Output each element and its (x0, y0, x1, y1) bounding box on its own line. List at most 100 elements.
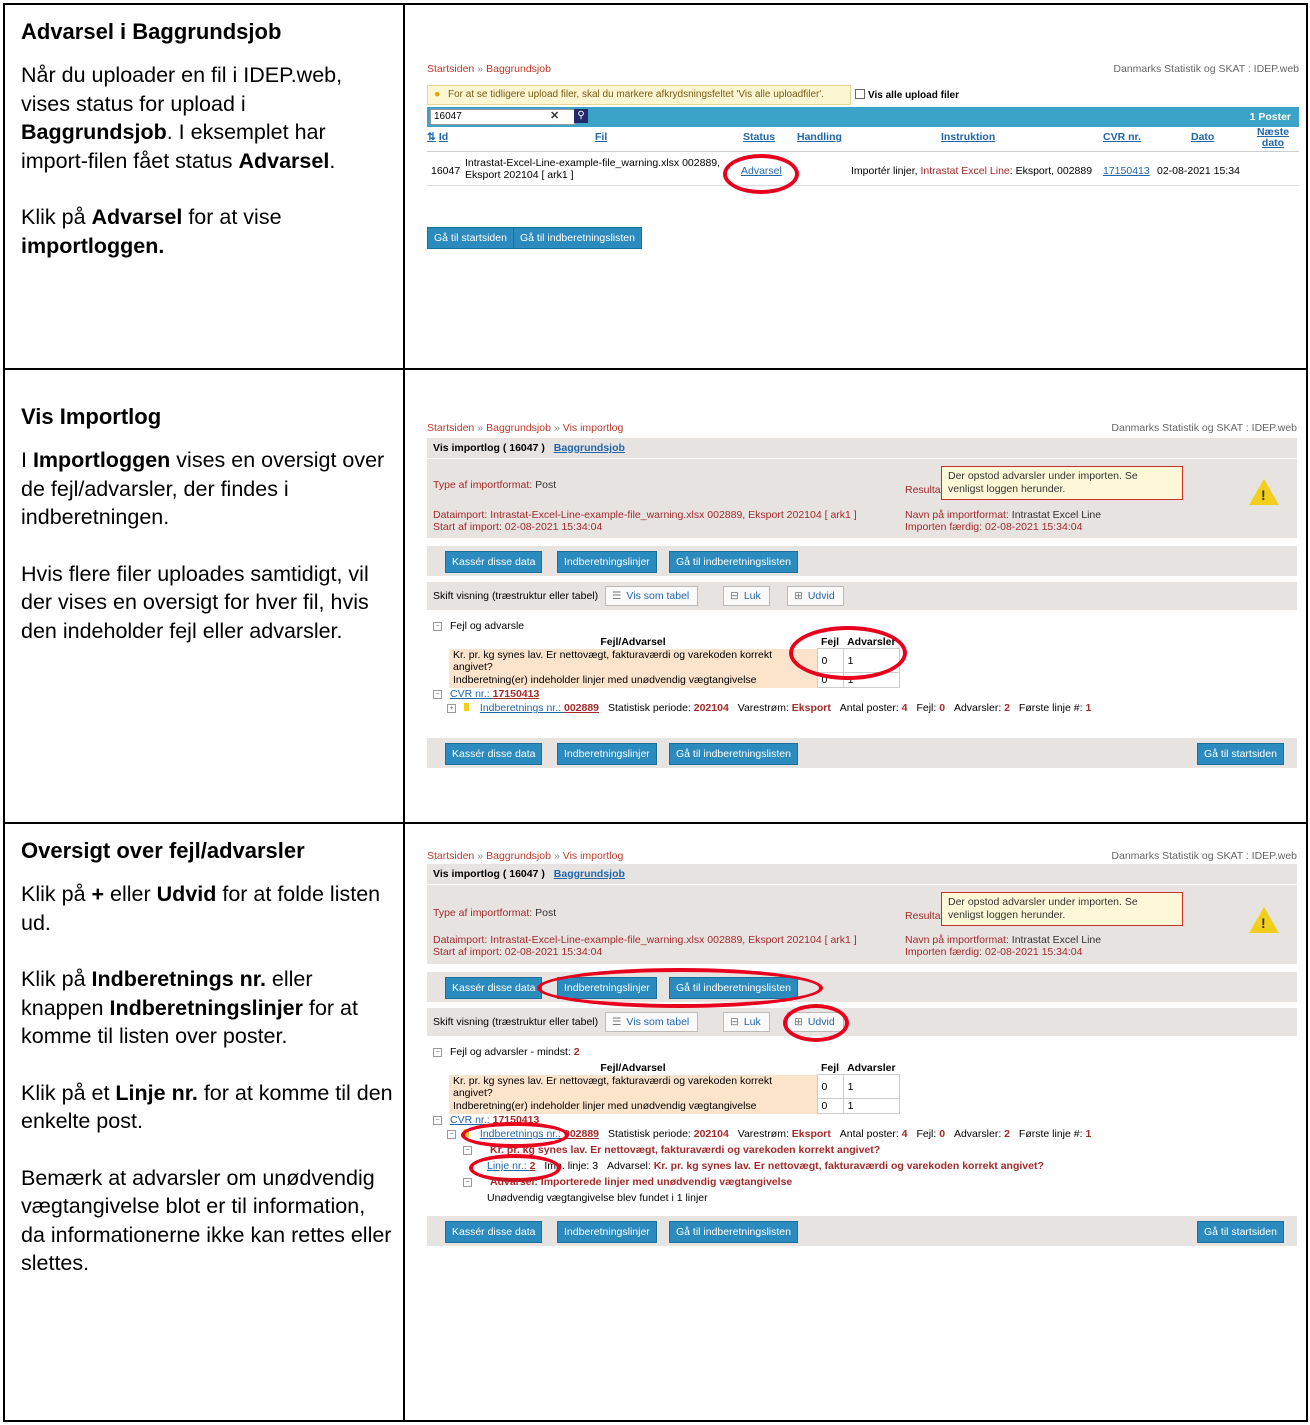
section-baggrundsjob: Advarsel i Baggrundsjob Når du uploader … (5, 5, 1306, 370)
collapse-icon: − (433, 1115, 442, 1125)
go-list-button[interactable]: Gå til indberetningslisten (669, 551, 798, 573)
show-all-checkbox[interactable]: Vis alle upload filer (855, 89, 959, 101)
baggrundsjob-link[interactable]: Baggrundsjob (554, 868, 625, 880)
udvid-button[interactable]: ⊞ Udvid (787, 1012, 844, 1032)
result-count: 1 Poster (1249, 111, 1291, 123)
expand-icon: ⊞ (794, 590, 803, 602)
linje-nr-link[interactable]: Linje nr.: (487, 1160, 530, 1172)
go-start-button[interactable]: Gå til startsiden (1197, 743, 1284, 765)
cvr-tree-node[interactable]: − CVR nr.: 17150413 (433, 688, 539, 700)
go-list-button[interactable]: Gå til indberetningslisten (513, 227, 642, 249)
paragraph: Hvis flere filer uploades samtidigt, vil… (21, 561, 369, 643)
col-handling[interactable]: Handling (797, 131, 842, 143)
discard-button[interactable]: Kassér disse data (445, 743, 543, 765)
status-advarsel-link[interactable]: Advarsel (741, 165, 782, 177)
collapse-icon: − (433, 1047, 442, 1057)
baggrundsjob-link[interactable]: Baggrundsjob (554, 442, 625, 454)
section-text: Advarsel i Baggrundsjob Når du uploader … (5, 5, 405, 368)
search-bar: 16047 ✕ ⚲ 1 Poster (427, 107, 1299, 127)
col-naeste-dato[interactable]: Næste dato (1253, 127, 1293, 149)
indberetning-tree-node[interactable]: − Indberetnings nr.: 002889 Statistisk p… (447, 1128, 1091, 1140)
paragraph: Bemærk at advarsler om unødvendig vægtan… (21, 1165, 392, 1276)
cell-dato: 02-08-2021 15:34 (1157, 165, 1240, 177)
expand-icon: ⊞ (794, 1016, 803, 1028)
importlog-header-panel: Vis importlog ( 16047 ) Baggrundsjob Typ… (427, 438, 1297, 538)
luk-button[interactable]: ⊟ Luk (723, 586, 770, 606)
paragraph: Når du uploader en fil i IDEP.web, vises… (21, 63, 343, 173)
indberetningslinjer-button[interactable]: Indberetningslinjer (557, 551, 657, 573)
col-cvr[interactable]: CVR nr. (1103, 131, 1141, 143)
indberetnings-nr-link[interactable]: Indberetnings nr.: (480, 1128, 564, 1140)
warning-icon (464, 1129, 469, 1137)
discard-button[interactable]: Kassér disse data (445, 551, 543, 573)
luk-button[interactable]: ⊟ Luk (723, 1012, 770, 1032)
linje-row[interactable]: Linje nr.: 2 Imp. linje: 3 Advarsel: Kr.… (487, 1160, 1044, 1172)
cell-id: 16047 (431, 165, 461, 177)
crumb-home[interactable]: Startsiden (427, 850, 474, 862)
lightbulb-icon: ● (434, 88, 441, 100)
warning-icon: ! (1249, 907, 1279, 933)
collapse-icon: − (463, 1177, 472, 1187)
type-row: Type af importformat: Post (433, 907, 557, 919)
action-bar-bottom: Kassér disse data Indberetningslinjer Gå… (427, 738, 1297, 768)
col-instruktion[interactable]: Instruktion (941, 131, 995, 143)
importlog-header-panel: Vis importlog ( 16047 ) Baggrundsjob Typ… (427, 864, 1297, 964)
indberetningslinjer-button[interactable]: Indberetningslinjer (557, 1221, 657, 1243)
go-list-button[interactable]: Gå til indberetningslisten (669, 977, 798, 999)
view-switch-label: Skift visning (træstruktur eller tabel) (433, 1016, 599, 1028)
warning-node-1[interactable]: − Kr. pr. kg synes lav. Er nettovægt, fak… (463, 1144, 880, 1156)
go-start-button[interactable]: Gå til startsiden (427, 227, 514, 249)
col-dato[interactable]: Dato (1191, 131, 1214, 143)
collapse-icon: − (433, 621, 442, 631)
col-status[interactable]: Status (743, 131, 775, 143)
hint-box: ● For at se tidligere upload filer, skal… (427, 85, 851, 105)
col-id[interactable]: ⇅ Id (427, 131, 448, 143)
discard-button[interactable]: Kassér disse data (445, 1221, 543, 1243)
warning-text: Kr. pr. kg synes lav. Er nettovægt, fakt… (449, 1074, 817, 1099)
warning-node-2[interactable]: − Advarsel: Importerede linjer med unødve… (463, 1176, 792, 1188)
name-row: Navn på importformat: Intrastat Excel Li… (905, 934, 1102, 946)
go-list-button[interactable]: Gå til indberetningslisten (669, 1221, 798, 1243)
dataimport-row: Dataimport: Intrastat-Excel-Line-example… (433, 934, 857, 946)
clear-icon[interactable]: ✕ (550, 109, 559, 122)
breadcrumb: Startsiden» Baggrundsjob (427, 63, 551, 75)
crumb-importlog[interactable]: Vis importlog (563, 422, 624, 434)
done-row: Importen færdig: 02-08-2021 15:34:04 (905, 946, 1083, 958)
go-list-button[interactable]: Gå til indberetningslisten (669, 743, 798, 765)
crumb-baggrundsjob[interactable]: Baggrundsjob (486, 63, 551, 75)
crumb-home[interactable]: Startsiden (427, 63, 474, 75)
udvid-button[interactable]: ⊞ Udvid (787, 586, 844, 606)
fejl-tree-node[interactable]: − Fejl og advarsle (433, 620, 524, 632)
indberetningslinjer-button[interactable]: Indberetningslinjer (557, 977, 657, 999)
warning-table: Fejl/Advarsel Fejl Advarsler Kr. pr. kg sy… (449, 636, 901, 688)
cvr-link[interactable]: 17150413 (1103, 165, 1150, 177)
section-text: Oversigt over fejl/advarsler Klik på + e… (5, 824, 405, 1420)
section-heading: Advarsel i Baggrundsjob (21, 19, 282, 44)
vis-som-tabel-button[interactable]: ☰ Vis som tabel (605, 1012, 699, 1032)
indberetning-tree-node[interactable]: + Indberetnings nr.: 002889 Statistisk p… (447, 702, 1091, 714)
fejl-tree-node[interactable]: − Fejl og advarsler - mindst: 2 (433, 1046, 580, 1058)
view-switch-label: Skift visning (træstruktur eller tabel) (433, 590, 599, 602)
cvr-tree-node[interactable]: − CVR nr.: 17150413 (433, 1114, 539, 1126)
crumb-importlog[interactable]: Vis importlog (563, 850, 624, 862)
search-icon[interactable]: ⚲ (574, 109, 588, 123)
section-vis-importlog: Vis Importlog I Importloggen vises en ov… (5, 370, 1306, 824)
crumb-home[interactable]: Startsiden (427, 422, 474, 434)
expand-icon: + (447, 703, 456, 713)
col-fil[interactable]: Fil (595, 131, 607, 143)
discard-button[interactable]: Kassér disse data (445, 977, 543, 999)
name-row: Navn på importformat: Intrastat Excel Li… (905, 509, 1102, 521)
cell-instruktion: Importér linjer, Intrastat Excel Line: E… (851, 165, 1093, 177)
brand-text: Danmarks Statistik og SKAT : IDEP.web (1111, 422, 1297, 434)
cell-fil: Intrastat-Excel-Line-example-file_warnin… (465, 157, 721, 181)
dataimport-row: Dataimport: Intrastat-Excel-Line-example… (433, 509, 857, 521)
crumb-baggrundsjob[interactable]: Baggrundsjob (486, 850, 551, 862)
warning-icon: ! (1249, 479, 1279, 505)
warning-text: Indberetning(er) indeholder linjer med u… (449, 672, 817, 688)
vis-som-tabel-button[interactable]: ☰ Vis som tabel (605, 586, 699, 606)
go-start-button[interactable]: Gå til startsiden (1197, 1221, 1284, 1243)
collapse-icon: − (447, 1129, 456, 1139)
indberetningslinjer-button[interactable]: Indberetningslinjer (557, 743, 657, 765)
type-row: Type af importformat: Post (433, 479, 557, 491)
crumb-baggrundsjob[interactable]: Baggrundsjob (486, 422, 551, 434)
